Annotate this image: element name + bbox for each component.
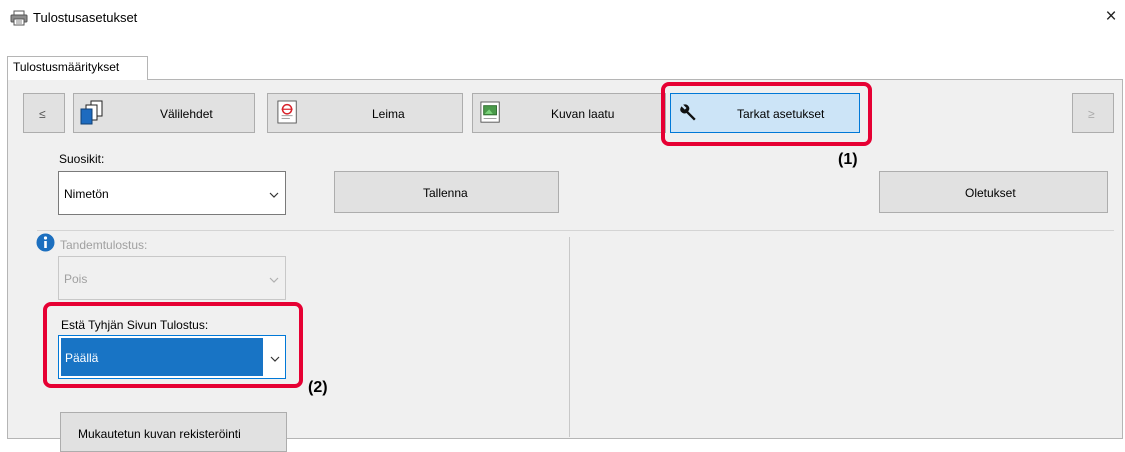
tandem-dropdown: Pois — [58, 256, 286, 300]
chevron-down-icon — [269, 192, 279, 198]
section-divider — [37, 230, 1114, 231]
highlight-box-1 — [661, 82, 872, 146]
tab-tulostusmaaritykset[interactable]: Tulostusmääritykset — [7, 56, 148, 80]
favorites-value: Nimetön — [64, 187, 109, 201]
window-title: Tulostusasetukset — [33, 10, 138, 25]
page-next-label: ≥ — [1088, 107, 1095, 121]
callout-1: (1) — [838, 151, 858, 168]
printer-icon — [10, 10, 28, 26]
save-favorites-button[interactable]: Tallenna — [334, 171, 559, 213]
favorites-label: Suosikit: — [59, 152, 105, 166]
page-next-button[interactable]: ≥ — [1072, 93, 1114, 133]
tandem-value: Pois — [64, 272, 88, 286]
title-bar — [0, 0, 1125, 36]
highlight-box-2 — [43, 302, 303, 388]
tab-pages-icon — [80, 100, 103, 125]
page-button-label: Leima — [372, 107, 405, 121]
favorites-dropdown[interactable]: Nimetön — [58, 171, 286, 215]
page-button-label: Välilehdet — [160, 107, 213, 121]
close-window-button[interactable]: × — [1100, 6, 1122, 28]
page-button-label: Kuvan laatu — [551, 107, 615, 121]
page-button-kuvan-laatu[interactable]: Kuvan laatu — [472, 93, 666, 133]
page-button-leima[interactable]: Leima — [267, 93, 463, 133]
custom-image-registration-label: Mukautetun kuvan rekisteröinti — [78, 427, 241, 441]
page-prev-button[interactable]: ≤ — [23, 93, 65, 133]
custom-image-registration-button[interactable]: Mukautetun kuvan rekisteröinti — [60, 412, 287, 452]
callout-2: (2) — [308, 379, 328, 396]
defaults-button[interactable]: Oletukset — [879, 171, 1108, 213]
defaults-label: Oletukset — [965, 186, 1016, 200]
stamp-icon — [277, 100, 297, 124]
page-button-valilehdet[interactable]: Välilehdet — [73, 93, 255, 133]
column-divider — [569, 237, 570, 437]
tandem-label: Tandemtulostus: — [60, 238, 148, 252]
image-quality-icon — [480, 101, 500, 123]
info-icon — [36, 233, 55, 252]
save-favorites-label: Tallenna — [423, 186, 468, 200]
page-prev-label: ≤ — [39, 107, 46, 121]
chevron-down-icon — [269, 277, 279, 283]
